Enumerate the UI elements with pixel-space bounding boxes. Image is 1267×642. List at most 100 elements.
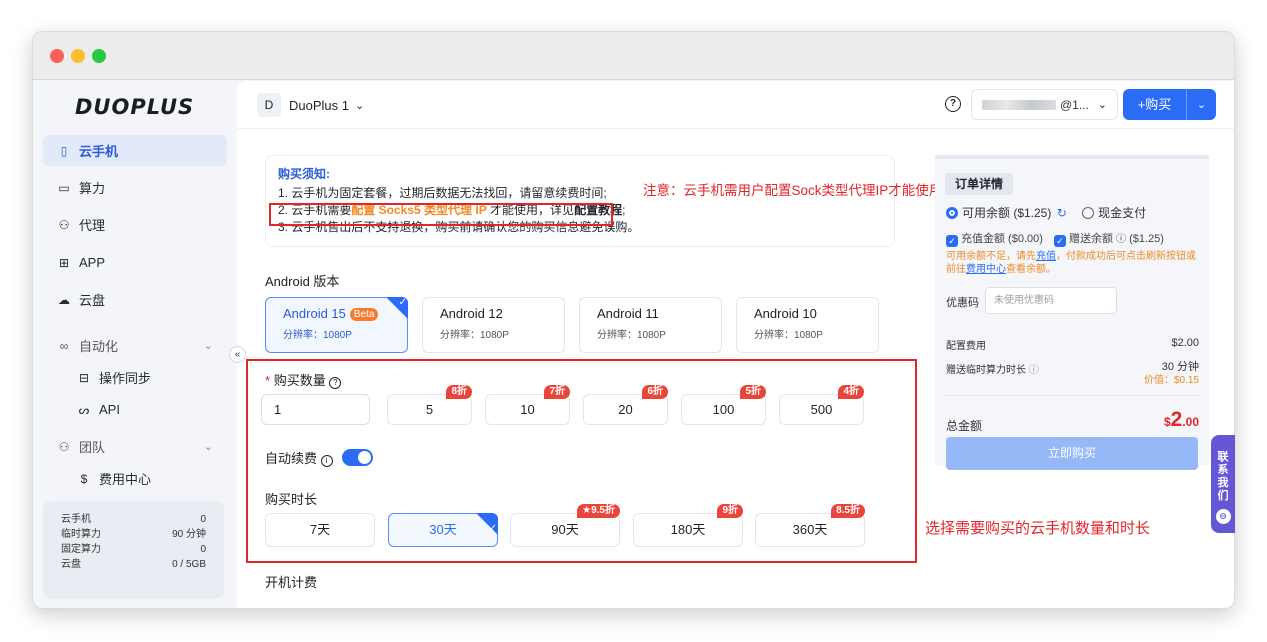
chevron-down-icon[interactable]: ⌄ bbox=[1187, 98, 1216, 111]
help-icon[interactable]: ? bbox=[329, 377, 342, 389]
order-details-panel: 订单详情 可用余额 ($1.25) ↻ 现金支付 ✓ 充值金额 ($0.00) ✓… bbox=[935, 155, 1209, 470]
chevron-down-icon: ⌄ bbox=[1097, 99, 1107, 111]
android-10-option[interactable]: Android 10 分辨率：1080P bbox=[736, 297, 879, 353]
sidebar-item-app[interactable]: ⊞ APP bbox=[43, 247, 227, 278]
android-11-option[interactable]: Android 11 分辨率：1080P bbox=[579, 297, 722, 353]
duration-label: 购买时长 bbox=[265, 492, 318, 507]
stat-row: 云盘 0 / 5GB bbox=[61, 559, 206, 570]
discount-badge: 6折 bbox=[642, 385, 668, 399]
sidebar-item-compute[interactable]: ▭ 算力 bbox=[43, 172, 227, 203]
quantity-option[interactable]: 500 4折 bbox=[779, 385, 864, 425]
app-window: DUOPLUS ▯ 云手机 ▭ 算力 ⚇ 代理 ⊞ APP ☁ 云盘 ∞ 自动化 ⌄ ⊟ 操作同… bbox=[32, 31, 1235, 609]
sidebar: DUOPLUS ▯ 云手机 ▭ 算力 ⚇ 代理 ⊞ APP ☁ 云盘 ∞ 自动化 ⌄ ⊟ 操作同… bbox=[33, 81, 237, 608]
chevron-down-icon: ⌄ bbox=[203, 340, 213, 352]
network-icon: ⚇ bbox=[58, 217, 70, 232]
android-15-option[interactable]: Android 15 Beta 分辨率：1080P bbox=[265, 297, 408, 353]
auto-renew-label: 自动续费 i bbox=[265, 448, 333, 467]
billing-center-link[interactable]: 费用中心 bbox=[966, 264, 1006, 275]
chat-icon: ⊖ bbox=[1215, 509, 1231, 524]
maximize-window-button[interactable] bbox=[92, 49, 106, 63]
phone-icon: ▯ bbox=[60, 143, 68, 158]
discount-badge: 8折 bbox=[446, 385, 472, 399]
android-12-option[interactable]: Android 12 分辨率：1080P bbox=[422, 297, 565, 353]
help-icon[interactable]: ⓘ bbox=[1116, 234, 1126, 245]
duration-option-selected[interactable]: 30天 bbox=[388, 513, 498, 547]
quantity-option[interactable]: 5 8折 bbox=[387, 385, 472, 425]
info-icon[interactable]: ⓘ bbox=[1029, 365, 1039, 376]
sidebar-item-api[interactable]: ᔕ API bbox=[43, 394, 227, 425]
sidebar-item-sync[interactable]: ⊟ 操作同步 bbox=[43, 362, 227, 393]
cloud-icon: ☁ bbox=[58, 292, 70, 307]
workspace-switcher[interactable]: D DuoPlus 1 ⌄ bbox=[257, 93, 364, 117]
coupon-input[interactable]: 未使用优惠码 bbox=[985, 287, 1117, 314]
collapse-sidebar-button[interactable]: « bbox=[229, 346, 246, 363]
duration-option[interactable]: 180天 9折 bbox=[633, 504, 743, 547]
contact-us-tab[interactable]: 联系我们 ⊖ bbox=[1211, 435, 1235, 533]
config-fee-label: 配置费用 bbox=[946, 341, 986, 352]
android-version-label: Android 版本 bbox=[265, 274, 340, 289]
workspace-badge: D bbox=[257, 93, 281, 117]
sidebar-item-cloud-phone[interactable]: ▯ 云手机 bbox=[43, 135, 227, 166]
coupon-label: 优惠码 bbox=[946, 297, 979, 309]
duration-option[interactable]: 7天 bbox=[265, 513, 375, 547]
duration-option[interactable]: 90天 ★9.5折 bbox=[510, 504, 620, 547]
insufficient-balance-warning: 可用余额不足，请先充值，付款成功后可点击刷新按钮或前往费用中心查看余额。 bbox=[946, 251, 1196, 275]
help-icon[interactable]: ? bbox=[945, 96, 961, 112]
sidebar-item-proxy[interactable]: ⚇ 代理 bbox=[43, 209, 227, 240]
main-content: D DuoPlus 1 ⌄ ? @1... ⌄ +购买 ⌄ 购买须知: 1. 云… bbox=[237, 81, 1234, 608]
radio-unchecked-icon bbox=[1082, 207, 1095, 219]
account-dropdown[interactable]: @1... ⌄ bbox=[971, 89, 1118, 120]
chevron-down-icon: ⌄ bbox=[354, 99, 365, 112]
radio-checked-icon bbox=[946, 207, 958, 219]
balance-breakdown-row: ✓ 充值金额 ($0.00) ✓ 赠送余额 ⓘ ($1.25) bbox=[946, 230, 1164, 247]
balance-radio[interactable]: 可用余额 ($1.25) bbox=[946, 206, 1051, 220]
gift-time-label: 赠送临时算力时长 ⓘ bbox=[946, 365, 1039, 376]
top-header: D DuoPlus 1 ⌄ ? @1... ⌄ +购买 ⌄ bbox=[237, 81, 1234, 129]
stat-row: 固定算力 0 bbox=[61, 544, 206, 555]
stat-row: 临时算力 90 分钟 bbox=[61, 529, 206, 540]
quantity-option[interactable]: 100 5折 bbox=[681, 385, 766, 425]
api-icon: ᔕ bbox=[78, 402, 90, 417]
sidebar-item-team[interactable]: ⚇ 团队 ⌄ bbox=[43, 431, 227, 462]
cash-radio[interactable]: 现金支付 bbox=[1082, 206, 1146, 220]
stat-row: 云手机 0 bbox=[61, 514, 206, 525]
total-label: 总金额 bbox=[946, 419, 983, 433]
discount-badge: 7折 bbox=[544, 385, 570, 399]
chevron-down-icon: ⌄ bbox=[203, 441, 213, 453]
sidebar-item-cloud-disk[interactable]: ☁ 云盘 bbox=[43, 284, 227, 315]
pay-now-button[interactable]: 立即购买 bbox=[946, 437, 1198, 470]
discount-badge: 5折 bbox=[740, 385, 766, 399]
sidebar-item-automation[interactable]: ∞ 自动化 ⌄ bbox=[43, 330, 227, 361]
buy-button[interactable]: +购买 ⌄ bbox=[1123, 89, 1216, 120]
masked-email bbox=[982, 99, 1056, 110]
sidebar-item-billing[interactable]: $ 费用中心 bbox=[43, 463, 227, 494]
payment-method-row: 可用余额 ($1.25) ↻ 现金支付 bbox=[946, 204, 1146, 221]
refresh-icon[interactable]: ↻ bbox=[1057, 206, 1067, 220]
discount-badge: 9折 bbox=[717, 504, 743, 518]
billing-label: 开机计费 bbox=[265, 575, 318, 590]
checkbox-checked-icon[interactable]: ✓ bbox=[946, 235, 958, 247]
quantity-option[interactable]: 20 6折 bbox=[583, 385, 668, 425]
beta-badge: Beta bbox=[349, 308, 379, 321]
minimize-window-button[interactable] bbox=[71, 49, 85, 63]
dollar-icon: $ bbox=[80, 471, 88, 486]
recharge-link[interactable]: 充值 bbox=[1036, 251, 1056, 262]
info-icon[interactable]: i bbox=[320, 455, 333, 467]
auto-renew-toggle[interactable] bbox=[342, 449, 373, 466]
selected-check-icon bbox=[386, 297, 408, 319]
duration-option[interactable]: 360天 8.5折 bbox=[755, 504, 865, 547]
checkbox-checked-icon[interactable]: ✓ bbox=[1053, 235, 1066, 247]
buy-button-label: +购买 bbox=[1123, 89, 1187, 120]
total-amount: $2.00 bbox=[1163, 408, 1199, 431]
config-fee-value: $2.00 bbox=[1171, 337, 1199, 349]
quantity-label: * 购买数量 ? bbox=[265, 370, 342, 389]
close-window-button[interactable] bbox=[50, 49, 64, 63]
selected-check-icon bbox=[476, 513, 498, 545]
annotation-proxy-note: 注意：云手机需用户配置Sock类型代理IP才能使用 bbox=[643, 183, 943, 198]
order-details-title: 订单详情 bbox=[945, 173, 1014, 195]
purchase-notice: 购买须知: 1. 云手机为固定套餐，过期后数据无法找回，请留意续费时间; 2. … bbox=[265, 155, 895, 247]
window-titlebar bbox=[33, 32, 1234, 80]
usage-stats-panel: 云手机 0 临时算力 90 分钟 固定算力 0 云盘 0 / 5GB bbox=[43, 501, 224, 599]
quantity-option[interactable]: 10 7折 bbox=[485, 385, 570, 425]
quantity-input[interactable]: 1 bbox=[261, 394, 370, 425]
